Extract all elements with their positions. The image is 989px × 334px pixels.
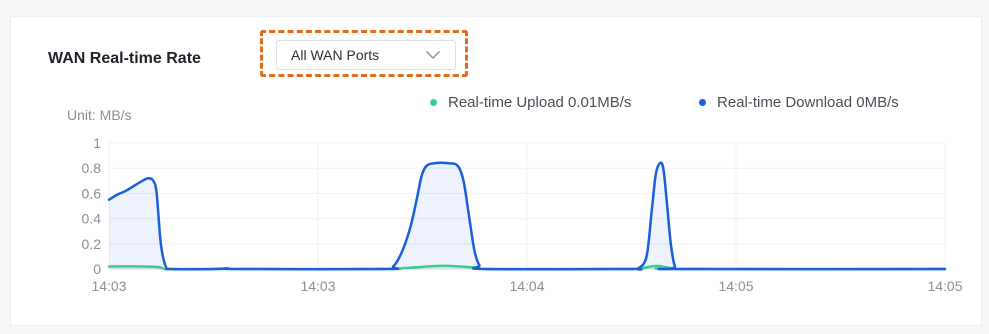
wan-rate-card: WAN Real-time Rate All WAN Ports Unit: M… xyxy=(10,16,982,326)
x-tick-label: 14:05 xyxy=(927,278,962,294)
rate-line-chart: 0 0.2 0.4 0.6 0.8 1 14:03 14:03 14:04 14:05 14:05 xyxy=(82,135,963,294)
y-tick-label: 0.8 xyxy=(82,160,102,176)
x-tick-label: 14:03 xyxy=(91,278,126,294)
x-tick-label: 14:05 xyxy=(718,278,753,294)
y-tick-label: 0.4 xyxy=(82,211,102,227)
y-tick-label: 1 xyxy=(93,135,101,151)
x-tick-label: 14:04 xyxy=(509,278,544,294)
x-tick-label: 14:03 xyxy=(300,278,335,294)
y-tick-label: 0.2 xyxy=(82,236,102,252)
y-tick-label: 0 xyxy=(93,261,101,277)
y-tick-label: 0.6 xyxy=(82,185,102,201)
